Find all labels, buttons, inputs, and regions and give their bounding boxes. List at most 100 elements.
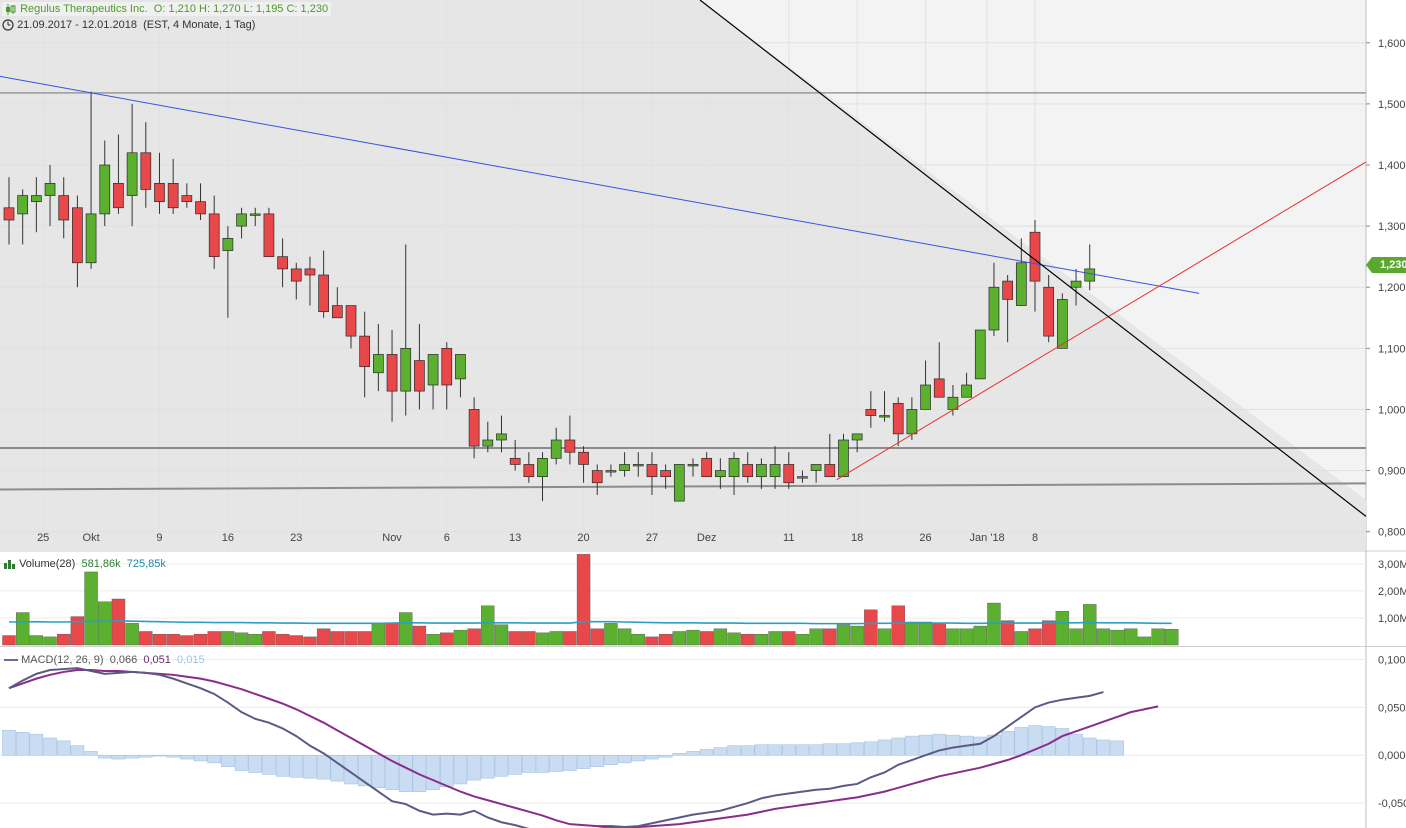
candle-body: [1015, 262, 1027, 306]
volume-bar: [180, 635, 194, 646]
candle-body: [701, 457, 713, 478]
volume-bar: [959, 628, 974, 646]
candle-body: [154, 182, 165, 203]
volume-bar: [809, 628, 823, 646]
candle-body: [236, 213, 247, 227]
candle-body: [31, 195, 42, 203]
macd-histogram-bar: [795, 744, 810, 756]
macd-histogram-bar: [754, 744, 769, 756]
macd-histogram-bar: [631, 754, 646, 762]
instrument-name: Regulus Therapeutics Inc.: [20, 3, 148, 15]
volume-bar: [2, 635, 16, 646]
volume-bar: [207, 631, 221, 646]
macd-histogram-bar: [426, 754, 440, 790]
volume-header: Volume(28) 581,86k 725,85k: [4, 557, 166, 571]
volume-bar: [262, 631, 276, 646]
macd-histogram-bar: [43, 737, 57, 756]
volume-bar: [139, 631, 153, 646]
x-tick-label: 26: [919, 532, 931, 544]
candle-body: [756, 464, 767, 478]
candle-body: [181, 195, 193, 203]
candle-body: [988, 286, 1000, 331]
candle-body: [742, 464, 754, 478]
x-tick-label: 23: [290, 532, 302, 544]
volume-bar: [741, 633, 755, 646]
volume-bar: [1069, 628, 1083, 646]
macd-histogram-bar: [303, 754, 317, 779]
macd-histogram-bar: [645, 754, 659, 760]
volume-bar: [563, 631, 577, 646]
macd-histogram-bar: [535, 754, 550, 773]
candle-body: [140, 152, 152, 190]
candle-body: [523, 464, 535, 478]
y-tick-label: 0,100: [1378, 654, 1406, 666]
candle-body: [1043, 286, 1055, 337]
volume-bar: [768, 631, 782, 646]
candle-body: [44, 182, 56, 196]
volume-bar: [1124, 628, 1138, 646]
x-tick-label: 6: [444, 532, 450, 544]
volume-bar: [275, 633, 290, 646]
macd-histogram-bar: [823, 743, 837, 756]
volume-bar: [576, 554, 591, 646]
macd-histogram-bar: [262, 754, 276, 775]
volume-bar: [522, 631, 536, 646]
volume-bar: [1151, 628, 1165, 646]
chart-canvas[interactable]: 0,800 0,900 1,000 1,100 1,200 1,300 1,400 1,500…: [0, 0, 1406, 828]
candle-body: [810, 464, 822, 471]
y-tick-label: 1,500: [1378, 99, 1406, 111]
candle-body: [414, 360, 425, 392]
volume-bar: [631, 633, 645, 646]
candle-body: [318, 274, 329, 313]
macd-histogram-bar: [850, 742, 864, 756]
macd-histogram-bar: [740, 745, 755, 756]
candle-body: [58, 195, 70, 221]
candle-body: [632, 464, 644, 467]
volume-bar: [932, 623, 946, 646]
candle-body: [687, 464, 699, 467]
macd-histogram-bar: [275, 754, 290, 777]
macd-histogram-bar: [891, 737, 905, 756]
macd-histogram-bar: [617, 754, 632, 764]
volume-bar: [357, 631, 372, 646]
candle-body: [673, 464, 685, 502]
volume-bar: [29, 635, 44, 646]
volume-bar: [494, 624, 509, 646]
y-tick-label: 1,100: [1378, 343, 1406, 355]
candle-body: [455, 354, 466, 380]
macd-histogram-bar: [29, 733, 44, 756]
macd-histogram-bar: [1096, 739, 1111, 756]
macd-histogram-bar: [836, 743, 851, 756]
volume-bar: [125, 623, 139, 646]
macd-header: MACD(12, 26, 9) 0,066 0,051 0,015: [4, 653, 205, 667]
macd-histogram-bar: [877, 739, 892, 756]
macd-histogram-bar: [166, 754, 180, 758]
macd-histogram-bar: [905, 735, 919, 756]
macd-histogram-bar: [782, 744, 796, 756]
y-tick-label: 2,00M: [1378, 586, 1406, 598]
macd-histogram-bar: [549, 754, 563, 772]
candle-body: [400, 347, 412, 392]
candle-body: [728, 457, 740, 478]
volume-bar: [658, 633, 673, 646]
date-range-header: 21.09.2017 - 12.01.2018 (EST, 4 Monate, …: [2, 18, 255, 32]
candle-body: [578, 451, 589, 465]
macd-histogram-bar: [590, 754, 604, 767]
volume-bar: [836, 624, 851, 646]
macd-histogram-bar: [398, 754, 413, 792]
volume-bar: [467, 628, 481, 646]
volume-bar: [905, 621, 919, 646]
x-tick-label: 27: [646, 532, 658, 544]
macd-histogram-bar: [1110, 740, 1124, 756]
y-tick-label: 0,000: [1378, 750, 1406, 762]
macd-histogram-bar: [658, 754, 673, 758]
macd-line-icon: [4, 659, 18, 662]
volume-bar: [399, 612, 413, 646]
macd-histogram-bar: [699, 749, 714, 756]
volume-bar: [344, 631, 358, 646]
candle-body: [85, 213, 97, 264]
volume-average: 725,85k: [126, 558, 166, 570]
candle-body: [441, 347, 453, 386]
candle-body: [482, 439, 494, 447]
macd-histogram-bar: [713, 747, 728, 756]
